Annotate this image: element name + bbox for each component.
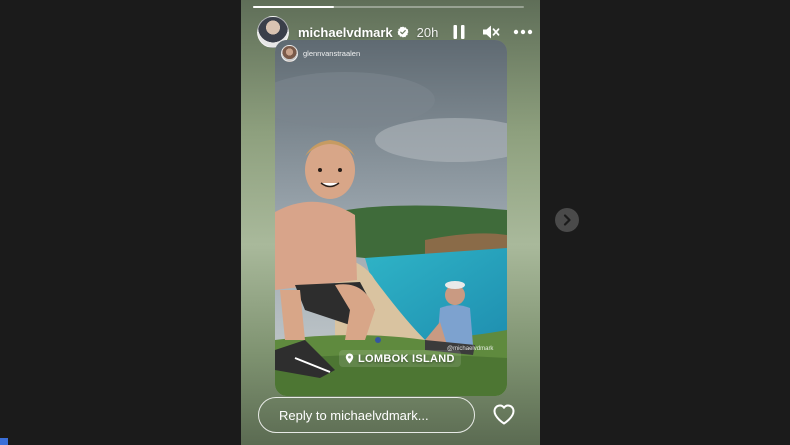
location-sticker[interactable]: LOMBOK ISLAND — [339, 350, 461, 367]
reply-input[interactable]: Reply to michaelvdmark... — [258, 397, 475, 433]
embedded-post-avatar — [281, 44, 298, 62]
like-button[interactable] — [491, 401, 517, 427]
story-viewer: michaelvdmark 20h glennvanstraalen @mich… — [241, 0, 540, 445]
location-label: LOMBOK ISLAND — [358, 352, 455, 365]
more-options-button[interactable] — [511, 20, 535, 44]
verified-badge-icon — [397, 26, 409, 38]
location-pin-icon — [345, 353, 354, 364]
beach-selfie-photo — [275, 40, 507, 396]
chevron-right-icon — [563, 214, 571, 226]
speaker-muted-icon — [483, 25, 500, 39]
embedded-post-username: glennvanstraalen — [303, 48, 361, 58]
author-username[interactable]: michaelvdmark — [298, 25, 393, 40]
story-progress-fill — [253, 6, 335, 8]
post-time: 20h — [416, 24, 439, 40]
taskbar-edge — [0, 438, 8, 445]
embedded-post-user[interactable]: glennvanstraalen — [281, 44, 360, 62]
pause-icon — [453, 25, 465, 39]
more-horizontal-icon — [513, 29, 533, 35]
next-story-button[interactable] — [555, 208, 579, 232]
heart-icon — [493, 404, 515, 425]
story-progress-bar — [253, 6, 524, 8]
story-media-photo[interactable] — [275, 40, 507, 396]
